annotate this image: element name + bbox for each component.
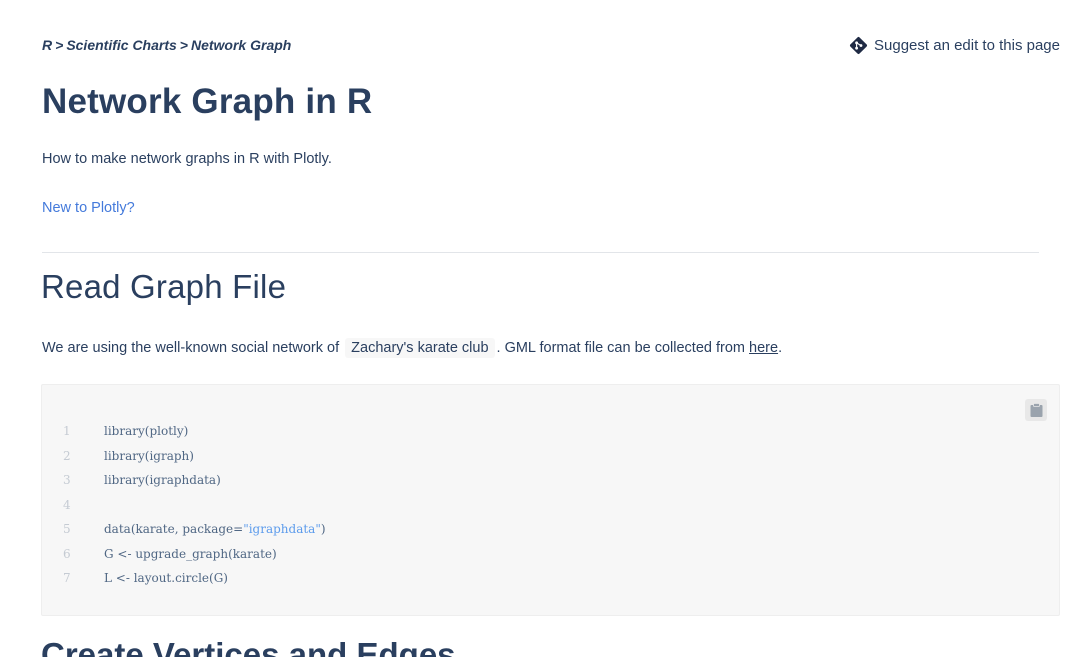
breadcrumb-item-scientific-charts[interactable]: Scientific Charts [66, 37, 176, 53]
line-number: 5 [63, 522, 71, 536]
code-line: 4 [42, 493, 326, 518]
code-lines: 1 library(plotly) 2 library(igraph) 3 libra… [42, 419, 326, 591]
new-to-plotly-link[interactable]: New to Plotly? [42, 200, 135, 216]
section-paragraph: We are using the well-known social netwo… [42, 338, 783, 358]
section-heading-read-graph-file: Read Graph File [41, 268, 287, 305]
git-diamond-icon [849, 36, 868, 55]
code-text: data(karate, package="igraphdata") [104, 517, 326, 542]
code-line: 6 G <- upgrade_graph(karate) [42, 542, 326, 567]
code-text: library(igraph) [104, 448, 194, 463]
para-middle: . GML format file can be collected from [496, 340, 745, 356]
inline-code-karate-club: Zachary's karate club [345, 338, 495, 358]
code-text: library(igraphdata) [104, 473, 221, 487]
breadcrumb: R > Scientific Charts > Network Graph [42, 37, 291, 53]
line-number: 6 [63, 546, 71, 561]
code-text: library(plotly) [104, 424, 189, 438]
breadcrumb-item-r[interactable]: R [42, 37, 52, 53]
page-title: Network Graph in R [42, 82, 373, 121]
section-divider [42, 252, 1039, 253]
code-line: 2 library(igraph) [42, 444, 326, 469]
line-number: 1 [63, 424, 71, 438]
topbar: R > Scientific Charts > Network Graph Sugges… [42, 34, 1060, 56]
code-text: G <- upgrade_graph(karate) [104, 546, 277, 561]
breadcrumb-separator: > [179, 37, 188, 53]
copy-code-button[interactable] [1025, 399, 1047, 421]
section-heading-create-vertices-edges: Create Vertices and Edges [41, 636, 456, 657]
line-number: 2 [63, 448, 71, 463]
code-text-before: data(karate, package= [104, 522, 244, 536]
code-line: 5 data(karate, package="igraphdata") [42, 517, 326, 542]
code-line: 1 library(plotly) [42, 419, 326, 444]
line-number: 3 [63, 473, 71, 487]
suggest-edit-label: Suggest an edit to this page [874, 36, 1060, 54]
code-block[interactable]: 1 library(plotly) 2 library(igraph) 3 libra… [41, 384, 1060, 616]
code-string-literal: "igraphdata" [243, 522, 321, 536]
para-suffix: . [778, 340, 783, 356]
suggest-edit-link[interactable]: Suggest an edit to this page [849, 36, 1060, 55]
here-link[interactable]: here [749, 340, 778, 356]
clipboard-icon [1030, 403, 1043, 417]
line-number: 7 [63, 571, 71, 585]
code-line: 7 L <- layout.circle(G) [42, 566, 326, 591]
line-number: 4 [63, 497, 71, 512]
breadcrumb-item-network-graph[interactable]: Network Graph [191, 37, 291, 53]
code-text-after: ) [320, 522, 326, 536]
code-text: L <- layout.circle(G) [104, 571, 228, 585]
page-description: How to make network graphs in R with Plo… [42, 151, 332, 167]
code-line: 3 library(igraphdata) [42, 468, 326, 493]
para-prefix: We are using the well-known social netwo… [42, 340, 340, 356]
page: R > Scientific Charts > Network Graph Sugges… [0, 0, 1080, 657]
breadcrumb-separator: > [55, 37, 64, 53]
